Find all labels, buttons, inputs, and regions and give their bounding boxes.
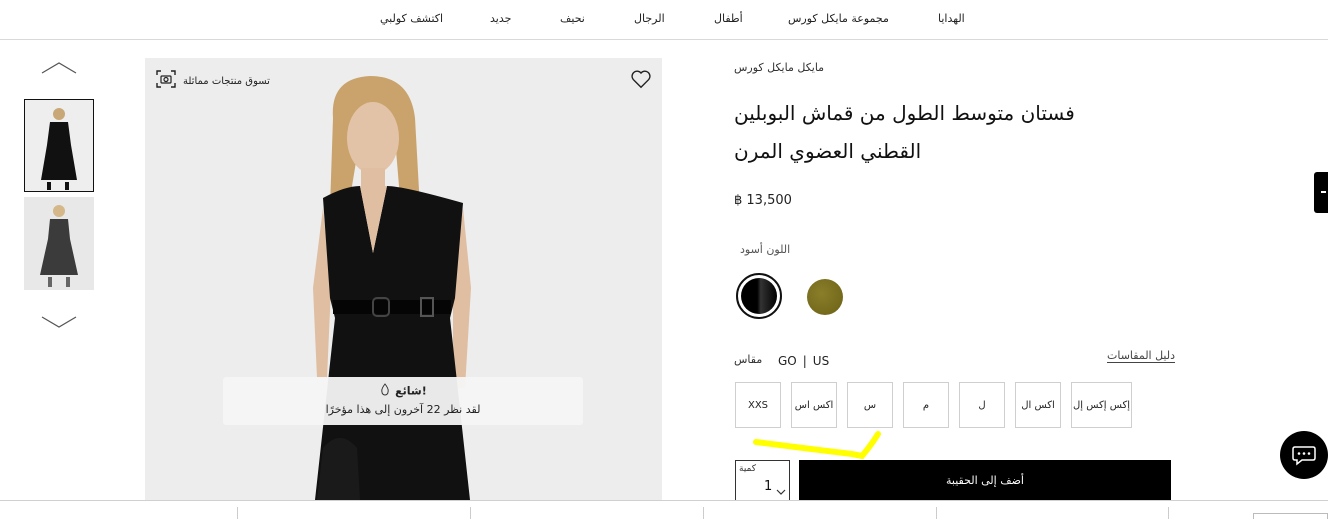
size-button-xl[interactable]: اكس ال (1015, 382, 1061, 428)
size-button-m[interactable]: م (903, 382, 949, 428)
chat-button[interactable] (1280, 431, 1328, 479)
quantity-label: كمية (739, 464, 757, 474)
trending-notice: !شائع لقد نظر 22 آخرون إلى هذا مؤخرًا (223, 377, 583, 425)
size-button-s[interactable]: س (847, 382, 893, 428)
thumbnail-back[interactable] (24, 197, 94, 290)
chat-icon (1292, 444, 1316, 470)
add-to-bag-button[interactable]: أضف إلى الحقيبة (799, 460, 1171, 500)
thumb-scroll-down-icon[interactable] (40, 314, 78, 330)
product-brand[interactable]: مايكل مايكل كورس (734, 61, 824, 74)
nav-item-discover-colby[interactable]: اكتشف كولبي (380, 12, 443, 25)
flame-icon (379, 383, 391, 400)
size-label: مقاس (734, 353, 763, 366)
size-button-xxl[interactable]: إكس إكس إل (1071, 382, 1132, 428)
quantity-select[interactable]: كمية 1 (735, 460, 790, 505)
wishlist-heart-icon[interactable] (630, 68, 652, 90)
size-button-xs[interactable]: اكس اس (791, 382, 837, 428)
chevron-down-icon (776, 481, 786, 500)
nav-item-men[interactable]: الرجال (634, 12, 665, 25)
trending-subtitle: لقد نظر 22 آخرون إلى هذا مؤخرًا (325, 403, 481, 416)
shop-similar-button[interactable]: تسوق منتجات مماثلة (155, 68, 270, 94)
color-swatch-black[interactable] (736, 273, 782, 319)
nav-item-kids[interactable]: أطفال (714, 12, 743, 25)
product-price: ฿ 13,500 (734, 193, 792, 208)
size-system-go[interactable]: GO (778, 354, 797, 368)
nav-item-gifts[interactable]: الهدايا (938, 12, 965, 25)
size-button-xxs[interactable]: XXS (735, 382, 781, 428)
size-system-toggle: GO | US (778, 354, 829, 368)
bottom-bar (0, 500, 1328, 519)
size-guide-link[interactable]: دليل المقاسات (1107, 349, 1176, 363)
side-feedback-tab[interactable] (1314, 172, 1328, 213)
nav-item-collection[interactable]: مجموعة مايكل كورس (788, 12, 889, 25)
product-title: فستان متوسط الطول من قماش البوبلين القطن… (734, 101, 1075, 163)
color-swatch-olive[interactable] (807, 279, 843, 315)
model-photo (145, 58, 662, 500)
color-label: اللون أسود (740, 243, 791, 256)
trending-title: !شائع (223, 383, 583, 400)
size-system-sep: | (802, 354, 807, 368)
shop-similar-label: تسوق منتجات مماثلة (183, 75, 270, 87)
top-nav: الهدايا مجموعة مايكل كورس أطفال الرجال ن… (0, 0, 1328, 40)
thumb-scroll-up-icon[interactable] (40, 60, 78, 76)
thumbnail-front[interactable] (24, 99, 94, 192)
size-system-us[interactable]: US (813, 354, 829, 368)
camera-search-icon (155, 68, 177, 94)
quantity-value: 1 (764, 479, 773, 494)
nav-item-new[interactable]: جديد (490, 12, 511, 25)
product-main-image[interactable]: تسوق منتجات مماثلة !شائع لقد نظر 22 آخرو… (145, 58, 662, 500)
size-button-l[interactable]: ل (959, 382, 1005, 428)
nav-item-slim[interactable]: نحيف (560, 12, 585, 25)
